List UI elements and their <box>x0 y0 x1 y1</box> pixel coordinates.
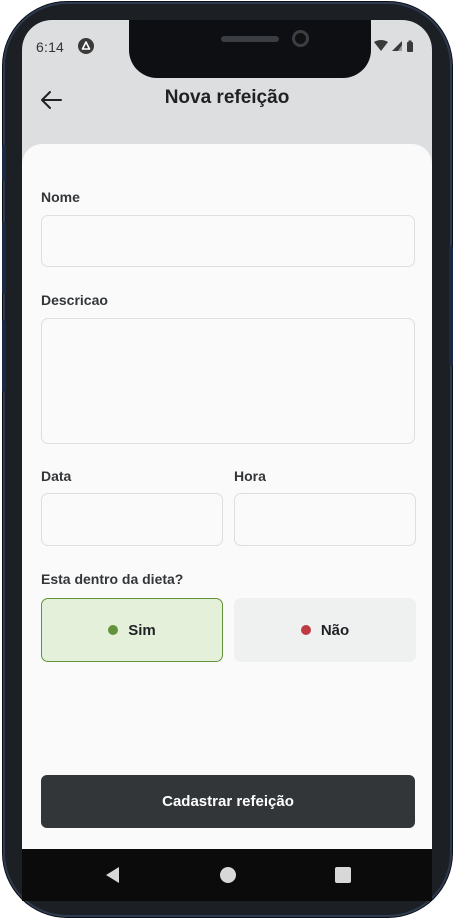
status-icons <box>372 39 422 53</box>
nav-home-button[interactable] <box>217 864 239 886</box>
diet-no-option[interactable]: Não <box>234 598 416 662</box>
time-input[interactable] <box>234 493 416 546</box>
diet-question-label: Esta dentro da dieta? <box>41 571 184 587</box>
side-button-volume-up <box>2 145 6 181</box>
description-textarea[interactable] <box>41 318 415 444</box>
status-time: 6:14 <box>36 39 65 55</box>
description-label: Descricao <box>41 292 108 308</box>
diet-yes-option[interactable]: Sim <box>41 598 223 662</box>
meal-form: Nome Descricao Data Hora Esta dentro da … <box>22 144 432 849</box>
nav-back-button[interactable] <box>102 864 124 886</box>
cell-signal-icon <box>392 41 402 51</box>
wifi-icon <box>374 40 388 51</box>
submit-meal-button[interactable]: Cadastrar refeição <box>41 775 415 828</box>
red-dot-icon <box>300 625 311 635</box>
nav-recents-button[interactable] <box>332 864 354 886</box>
side-button-silent <box>2 320 6 392</box>
green-dot-icon <box>108 625 119 635</box>
device-screen: 6:14 Nova refeição Nome Descricao Data H… <box>22 20 432 849</box>
diet-no-label: Não <box>320 621 350 639</box>
system-nav-bar <box>22 849 432 901</box>
time-label: Hora <box>234 468 266 484</box>
page-header: Nova refeição <box>22 70 432 130</box>
app-notification-icon <box>78 38 94 54</box>
nav-home-circle-icon <box>220 867 236 883</box>
name-label: Nome <box>41 189 80 205</box>
diet-yes-label: Sim <box>128 621 156 639</box>
side-button-power <box>449 246 453 366</box>
speaker-grille <box>221 36 279 42</box>
date-input[interactable] <box>41 493 223 546</box>
side-button-volume-down <box>2 222 6 294</box>
name-input[interactable] <box>41 215 415 267</box>
date-label: Data <box>41 468 72 484</box>
front-camera <box>292 30 309 47</box>
page-title: Nova refeição <box>164 87 290 108</box>
nav-recents-square-icon <box>335 867 351 883</box>
battery-icon <box>407 40 413 52</box>
nav-back-triangle-icon <box>106 867 119 883</box>
